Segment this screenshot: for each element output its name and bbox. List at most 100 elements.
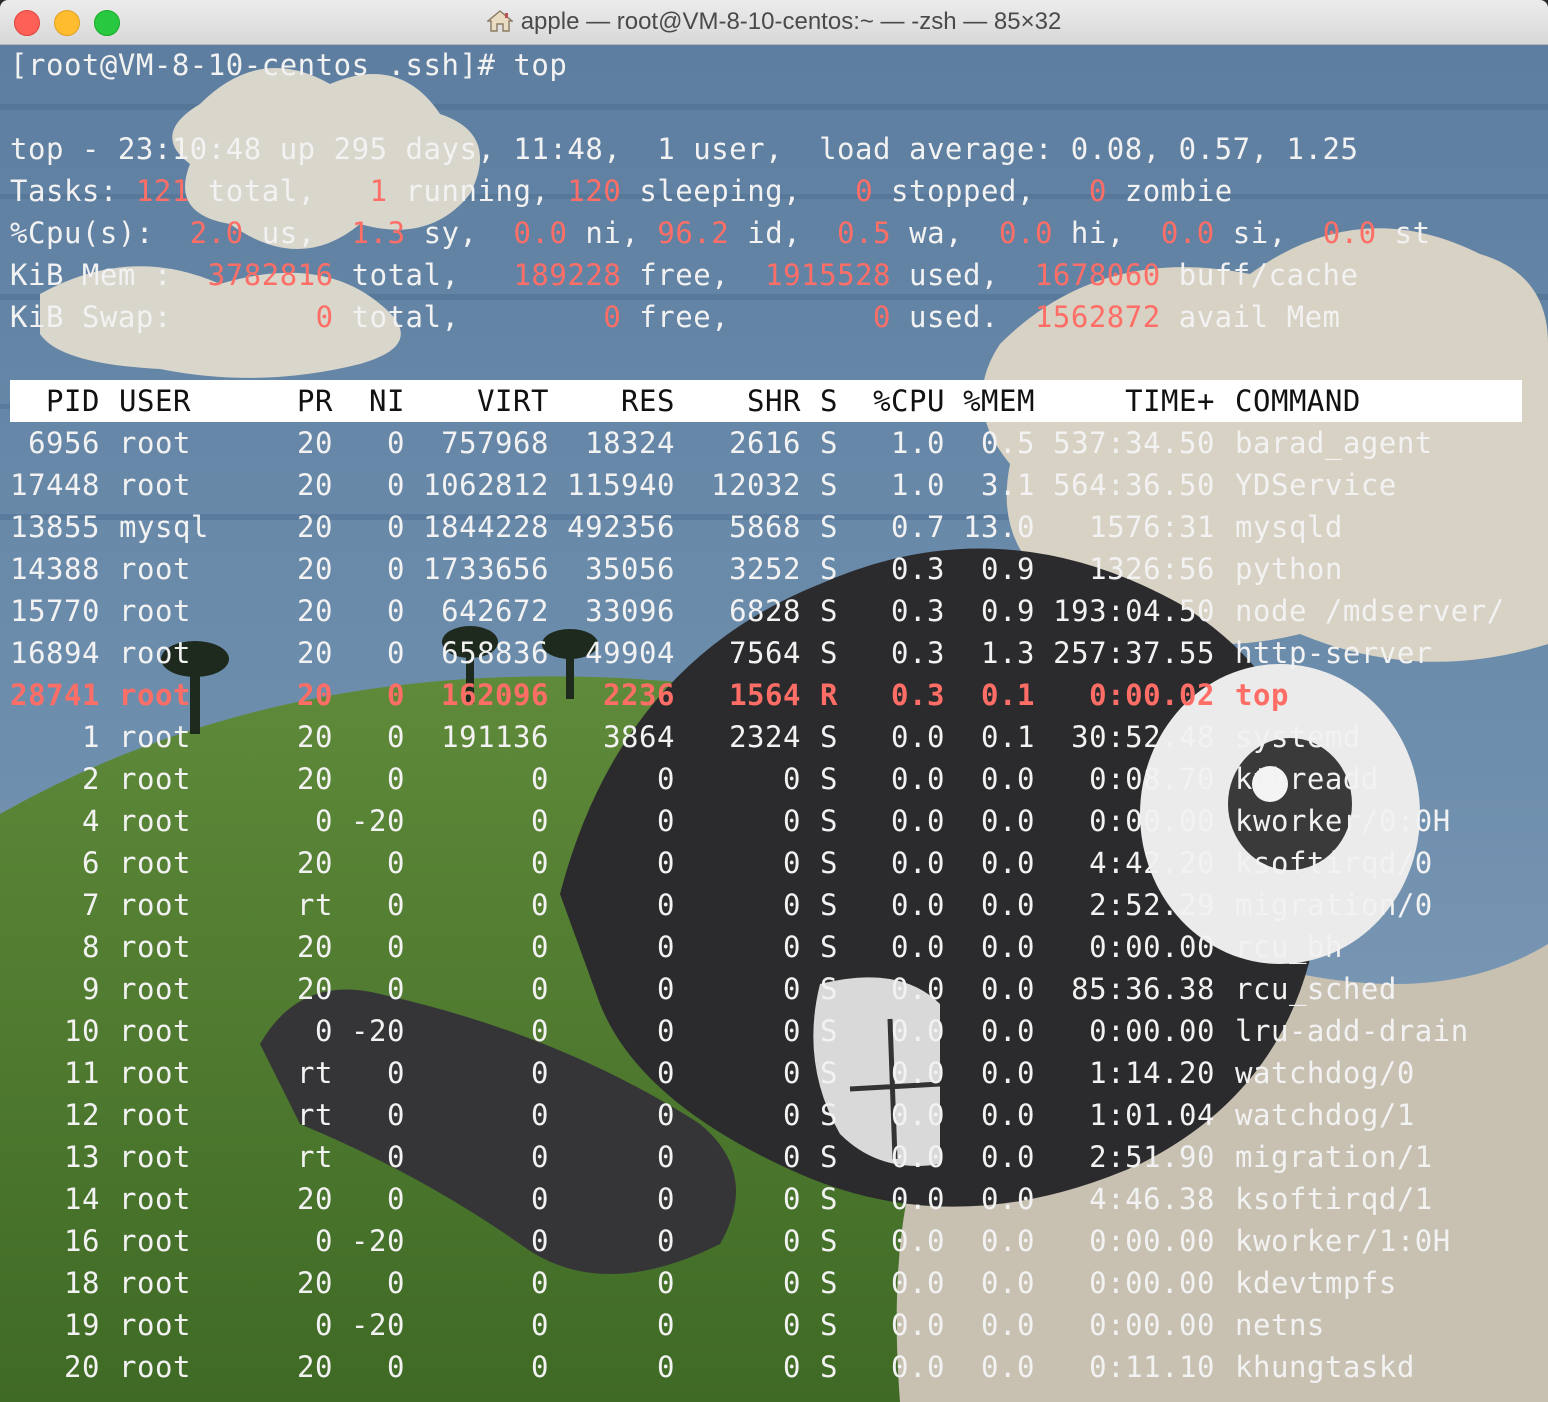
cell-shr: 2324 <box>729 720 801 754</box>
column-header-user: USER <box>119 384 191 418</box>
cell-pr: 20 <box>297 930 333 964</box>
cell-virt: 0 <box>531 972 549 1006</box>
cell-pr: 20 <box>297 846 333 880</box>
summary-swap-line: KiB Swap: 0 total, 0 free, 0 used. 15628… <box>10 300 1341 334</box>
cell-virt: 0 <box>531 1224 549 1258</box>
table-row: 14388 root 20 0 1733656 35056 3252 S 0.3 0.9 1326:… <box>10 548 1522 590</box>
cell-user: root <box>119 1140 191 1174</box>
cell-user: root <box>119 888 191 922</box>
cell-res: 0 <box>657 1182 675 1216</box>
cell-state: S <box>820 720 838 754</box>
cell-state: S <box>820 1014 838 1048</box>
cell-ni: 0 <box>387 510 405 544</box>
cell-mem: 0.0 <box>981 804 1035 838</box>
cell-ni: 0 <box>387 426 405 460</box>
cell-command: kworker/0:0H <box>1235 804 1451 838</box>
cell-shr: 0 <box>783 1224 801 1258</box>
cell-time: 257:37.55 <box>1053 636 1215 670</box>
cell-state: S <box>820 972 838 1006</box>
cell-ni: 0 <box>387 594 405 628</box>
cell-shr: 0 <box>783 762 801 796</box>
cell-mem: 0.0 <box>981 930 1035 964</box>
summary-tasks-line: Tasks: 121 total, 1 running, 120 sleepin… <box>10 174 1233 208</box>
cell-pid: 6 <box>82 846 100 880</box>
cell-ni: -20 <box>351 1014 405 1048</box>
cell-pr: 20 <box>297 1266 333 1300</box>
cell-command: rcu_bh <box>1235 930 1343 964</box>
table-row: 12 root rt 0 0 0 0 S 0.0 0.0 1:01.04 watchdog/1 <box>10 1094 1522 1136</box>
column-header-state: S <box>820 384 838 418</box>
cell-cpu: 0.0 <box>891 1308 945 1342</box>
cell-virt: 0 <box>531 888 549 922</box>
cell-state: S <box>820 762 838 796</box>
cell-mem: 0.0 <box>981 846 1035 880</box>
cell-pid: 14388 <box>10 552 100 586</box>
cell-pr: 20 <box>297 1182 333 1216</box>
cell-cpu: 0.0 <box>891 1056 945 1090</box>
cell-pid: 16894 <box>10 636 100 670</box>
cell-pid: 18 <box>64 1266 100 1300</box>
cell-cpu: 0.0 <box>891 1140 945 1174</box>
table-row: 16894 root 20 0 658836 49904 7564 S 0.3 1.3 257:37… <box>10 632 1522 674</box>
cell-user: root <box>119 678 191 712</box>
cell-cpu: 0.0 <box>891 762 945 796</box>
cell-time: 1:14.20 <box>1089 1056 1215 1090</box>
cell-pid: 2 <box>82 762 100 796</box>
cell-virt: 1062812 <box>423 468 549 502</box>
title-bar[interactable]: apple — root@VM-8-10-centos:~ — -zsh — 8… <box>0 0 1548 45</box>
cell-res: 0 <box>657 1056 675 1090</box>
cell-time: 4:42.20 <box>1089 846 1215 880</box>
cell-state: S <box>820 1056 838 1090</box>
cell-ni: 0 <box>387 930 405 964</box>
cell-cpu: 0.0 <box>891 1266 945 1300</box>
cell-res: 0 <box>657 1140 675 1174</box>
cell-mem: 0.0 <box>981 762 1035 796</box>
cell-cpu: 0.0 <box>891 1098 945 1132</box>
table-row: 16 root 0 -20 0 0 0 S 0.0 0.0 0:00.00 kworker/1:0H <box>10 1220 1522 1262</box>
cell-user: root <box>119 1182 191 1216</box>
cell-user: root <box>119 426 191 460</box>
cell-pid: 8 <box>82 930 100 964</box>
cell-cpu: 0.3 <box>891 552 945 586</box>
cell-state: S <box>820 510 838 544</box>
column-header-cpu: %CPU <box>873 384 945 418</box>
cell-ni: 0 <box>387 1056 405 1090</box>
cell-cpu: 0.7 <box>891 510 945 544</box>
cell-command: kthreadd <box>1235 762 1379 796</box>
cell-pr: rt <box>297 888 333 922</box>
cell-pid: 6956 <box>28 426 100 460</box>
cell-state: S <box>820 426 838 460</box>
cell-ni: 0 <box>387 468 405 502</box>
cell-command: migration/0 <box>1235 888 1433 922</box>
cell-mem: 13.0 <box>963 510 1035 544</box>
cell-command: watchdog/1 <box>1235 1098 1415 1132</box>
cell-state: S <box>820 804 838 838</box>
table-row: 19 root 0 -20 0 0 0 S 0.0 0.0 0:00.00 netns <box>10 1304 1522 1346</box>
cell-time: 0:00.02 <box>1089 678 1215 712</box>
column-header-virt: VIRT <box>477 384 549 418</box>
cell-pr: 20 <box>297 762 333 796</box>
cell-res: 33096 <box>585 594 675 628</box>
cell-command: rcu_sched <box>1235 972 1397 1006</box>
shell-prompt: [root@VM-8-10-centos .ssh]# top <box>10 48 568 82</box>
cell-pid: 12 <box>64 1098 100 1132</box>
cell-virt: 757968 <box>441 426 549 460</box>
cell-user: root <box>119 1056 191 1090</box>
cell-cpu: 1.0 <box>891 426 945 460</box>
cell-pr: 20 <box>297 552 333 586</box>
cell-command: lru-add-drain <box>1235 1014 1469 1048</box>
cell-ni: 0 <box>387 762 405 796</box>
cell-shr: 12032 <box>711 468 801 502</box>
cell-shr: 0 <box>783 1308 801 1342</box>
cell-user: root <box>119 468 191 502</box>
summary-uptime-line: top - 23:10:48 up 295 days, 11:48, 1 use… <box>10 132 1359 166</box>
window-title: apple — root@VM-8-10-centos:~ — -zsh — 8… <box>0 0 1548 44</box>
cell-ni: 0 <box>387 1350 405 1384</box>
cell-pr: rt <box>297 1140 333 1174</box>
terminal-content[interactable]: [root@VM-8-10-centos .ssh]# top top - 23… <box>10 44 1548 1402</box>
cell-shr: 0 <box>783 1014 801 1048</box>
cell-time: 0:00.00 <box>1089 1014 1215 1048</box>
cell-time: 1576:31 <box>1089 510 1215 544</box>
cell-res: 492356 <box>567 510 675 544</box>
cell-shr: 6828 <box>729 594 801 628</box>
